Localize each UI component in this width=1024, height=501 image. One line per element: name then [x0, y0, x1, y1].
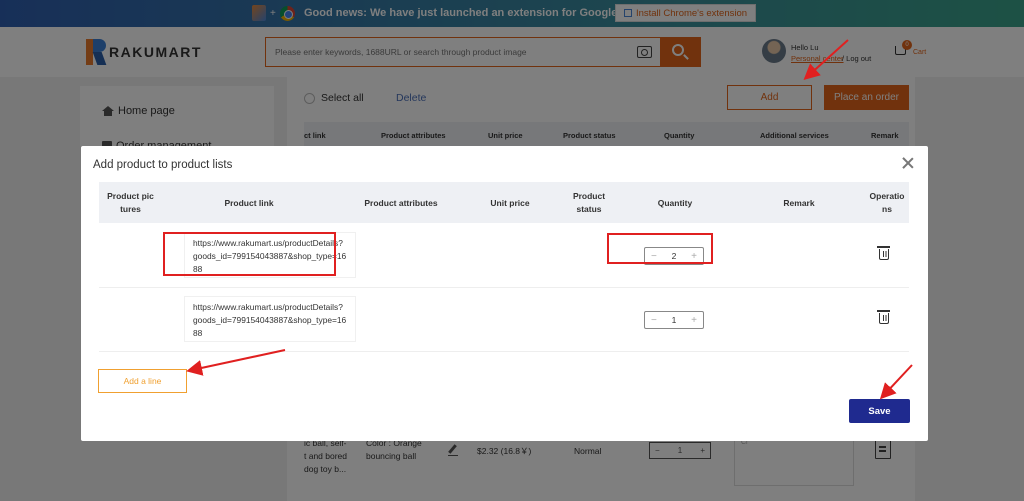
trash-icon[interactable] [877, 246, 890, 260]
column-header-attributes: Product attributes [364, 198, 438, 208]
column-header-pictures: Product pic tures [107, 191, 154, 214]
column-header-quantity: Quantity [657, 198, 693, 208]
annotation-box-quantity [607, 233, 713, 264]
column-header-link: Product link [224, 198, 274, 208]
column-header-status: Product status [572, 191, 606, 214]
decrement-button[interactable]: − [651, 315, 657, 326]
product-link-field[interactable]: https://www.rakumart.us/productDetails?g… [184, 296, 356, 342]
close-icon[interactable] [901, 156, 915, 170]
quantity-stepper[interactable]: − 1 + [644, 311, 704, 329]
annotation-box-link [163, 232, 336, 276]
dialog-title: Add product to product lists [93, 159, 233, 171]
dialog-table-header: Product pic tures Product link Product a… [99, 182, 909, 223]
column-header-unit-price: Unit price [490, 198, 530, 208]
quantity-value[interactable]: 1 [672, 315, 677, 325]
table-row: https://www.rakumart.us/productDetails?g… [99, 288, 909, 352]
column-header-operations: Operatio ns [869, 191, 905, 214]
add-product-dialog: Add product to product lists Product pic… [81, 146, 928, 441]
trash-icon[interactable] [877, 310, 890, 324]
save-button[interactable]: Save [849, 399, 910, 423]
increment-button[interactable]: + [691, 315, 697, 326]
column-header-remark: Remark [783, 198, 815, 208]
add-line-button[interactable]: Add a line [98, 369, 187, 393]
